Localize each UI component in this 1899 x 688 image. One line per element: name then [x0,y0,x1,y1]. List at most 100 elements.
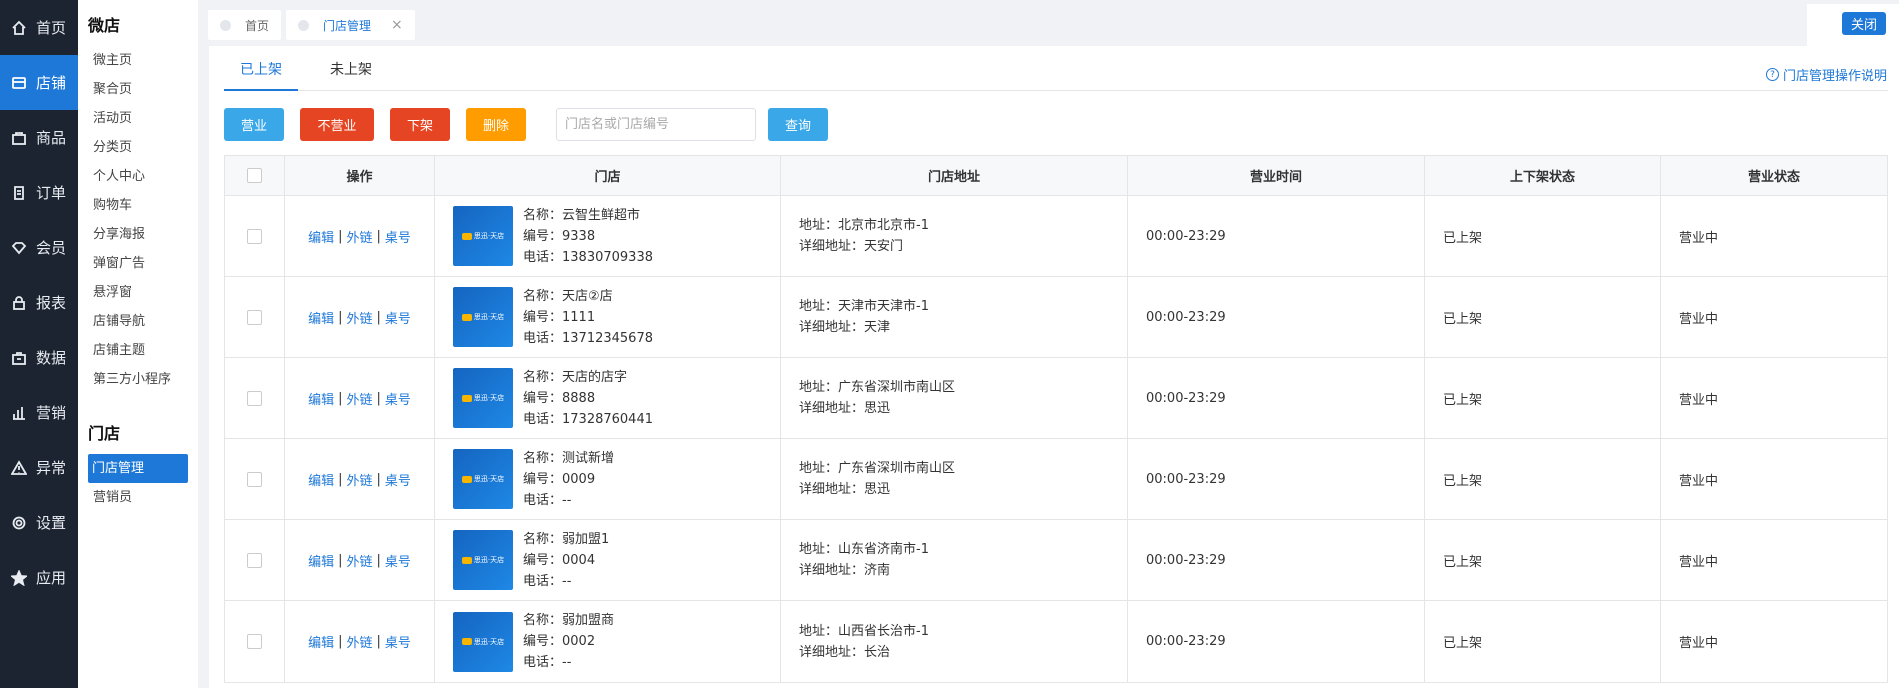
subnav-item[interactable]: 分类页 [78,133,198,162]
header-select-cell [225,156,285,195]
separator: | [376,390,381,406]
table-row: 编辑 | 外链 | 桌号 思迅·天店 名称：天店②店 编号：1111 电话：137123… [225,277,1887,358]
query-button[interactable]: 查询 [768,108,828,141]
logo-mark-icon [461,638,472,645]
nav-item-reports[interactable]: 报表 [0,275,78,330]
nav-item-store[interactable]: 店铺 [0,55,78,110]
separator: | [338,552,343,568]
nav-item-marketing[interactable]: 营销 [0,385,78,440]
external-link[interactable]: 外链 [346,308,372,327]
nav-item-home[interactable]: 首页 [0,0,78,55]
store-address: 地址：山西省长治市-1 [799,623,929,639]
tab-listed[interactable]: 已上架 [224,58,298,91]
tab-home[interactable]: 首页 [208,10,282,40]
address-block: 地址：山东省济南市-1 详细地址：济南 [781,539,929,581]
nav-item-settings[interactable]: 设置 [0,495,78,550]
subnav-item[interactable]: 活动页 [78,104,198,133]
subnav-item[interactable]: 第三方小程序 [78,365,198,394]
dot-icon [220,19,231,31]
edit-link[interactable]: 编辑 [308,389,334,408]
business-hours: 00:00-23:29 [1128,439,1425,519]
subnav-item[interactable]: 弹窗广告 [78,249,198,278]
external-link[interactable]: 外链 [346,632,372,651]
table-number-link[interactable]: 桌号 [385,551,411,570]
nav-item-data[interactable]: 数据 [0,330,78,385]
row-checkbox[interactable] [247,390,262,406]
logo-mark-icon [461,475,472,483]
row-checkbox[interactable] [247,634,262,649]
business-status: 营业中 [1679,636,1719,651]
header-cell: 操作 [285,156,435,195]
nav-item-orders[interactable]: 订单 [0,165,78,220]
delete-button[interactable]: 删除 [466,108,526,141]
nav-item-goods[interactable]: 商品 [0,110,78,165]
subnav-item[interactable]: 购物车 [78,191,198,220]
tab-unlisted[interactable]: 未上架 [314,58,388,91]
subnav-item[interactable]: 聚合页 [78,75,198,104]
table-row: 编辑 | 外链 | 桌号 思迅·天店 名称：云智生鲜超市 编号：9338 电话：1383… [225,196,1887,277]
ops-cell: 编辑 | 外链 | 桌号 [285,439,435,519]
edit-link[interactable]: 编辑 [308,227,334,246]
nav-item-members[interactable]: 会员 [0,220,78,275]
address-cell: 地址：北京市北京市-1 详细地址：天安门 [781,196,1128,276]
select-cell [225,196,285,276]
store-name: 名称：天店的店字 [523,369,628,385]
nav-label: 首页 [36,19,67,37]
nav-label: 异常 [36,459,67,477]
store-phone: 电话：-- [523,655,572,670]
store-cell: 思迅·天店 名称：测试新增 编号：0009 电话：-- [435,439,781,519]
help-link[interactable]: ? 门店管理操作说明 [1765,65,1887,84]
logo-text: 思迅·天店 [473,637,505,646]
row-checkbox[interactable] [247,471,262,487]
order-icon [10,184,28,202]
close-icon[interactable]: × [391,17,403,33]
external-link[interactable]: 外链 [346,227,372,246]
subnav-item[interactable]: 个人中心 [78,162,198,191]
subnav-item[interactable]: 悬浮窗 [78,278,198,307]
row-checkbox[interactable] [247,309,262,325]
subnav-item[interactable]: 分享海报 [78,220,198,249]
subnav-item[interactable]: 微主页 [78,46,198,75]
store-detail-address: 详细地址：思迅 [799,482,891,497]
business-status: 营业中 [1679,392,1719,408]
edit-link[interactable]: 编辑 [308,632,334,651]
nav-item-exceptions[interactable]: 异常 [0,440,78,495]
subnav-item-salesperson[interactable]: 营销员 [78,483,198,512]
close-button[interactable]: 关闭 [1842,12,1886,35]
nav-item-apps[interactable]: 应用 [0,550,78,605]
store-code: 编号：0004 [523,552,596,568]
subnav-item[interactable]: 店铺主题 [78,336,198,365]
subnav-item[interactable]: 店铺导航 [78,307,198,336]
table-number-link[interactable]: 桌号 [385,632,411,651]
table-number-link[interactable]: 桌号 [385,470,411,489]
store-logo: 思迅·天店 [453,206,513,266]
separator: | [376,552,381,568]
store-info: 名称：云智生鲜超市 编号：9338 电话：13830709338 [523,205,653,268]
unlist-button[interactable]: 下架 [390,108,450,141]
table-header: 操作 门店 门店地址 营业时间 上下架状态 营业状态 [225,156,1887,196]
store-name: 名称：弱加盟1 [523,531,610,547]
subnav-item-store-management[interactable]: 门店管理 [88,454,188,483]
edit-link[interactable]: 编辑 [308,308,334,327]
edit-link[interactable]: 编辑 [308,551,334,570]
store-logo: 思迅·天店 [453,611,513,672]
logo-text: 思迅·天店 [473,313,505,321]
table-number-link[interactable]: 桌号 [385,227,411,246]
sub-nav: 微店 微主页 聚合页 活动页 分类页 个人中心 购物车 分享海报 弹窗广告 悬浮… [78,0,198,688]
row-checkbox[interactable] [247,228,262,244]
table-number-link[interactable]: 桌号 [385,308,411,327]
data-icon [10,349,28,367]
external-link[interactable]: 外链 [346,551,372,570]
table-number-link[interactable]: 桌号 [385,389,411,408]
tab-store-management[interactable]: 门店管理 × [286,10,415,40]
logo-mark-icon [461,556,472,564]
external-link[interactable]: 外链 [346,389,372,408]
edit-link[interactable]: 编辑 [308,470,334,489]
row-checkbox[interactable] [247,552,262,568]
search-input[interactable] [556,108,756,141]
open-button[interactable]: 营业 [224,108,284,141]
external-link[interactable]: 外链 [346,470,372,489]
store-info: 名称：天店②店 编号：1111 电话：13712345678 [523,286,653,349]
closed-button[interactable]: 不营业 [300,108,374,141]
select-all-checkbox[interactable] [247,168,262,183]
